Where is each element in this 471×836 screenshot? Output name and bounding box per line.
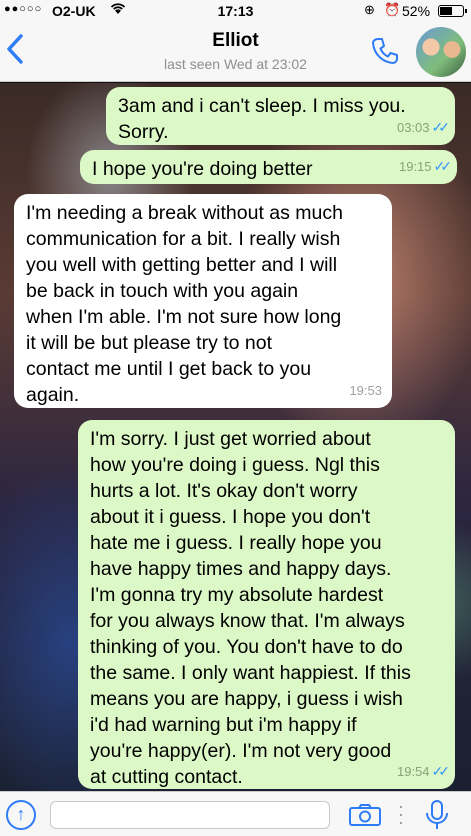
alarm-icon: ⏰ xyxy=(384,2,401,17)
message-meta: 19:15 ✓✓ xyxy=(398,153,453,180)
battery-percent: 52% xyxy=(402,3,431,19)
message-time: 19:54 xyxy=(396,764,430,779)
message-text: I hope you're doing better xyxy=(92,158,313,180)
double-check-icon: ✓✓ xyxy=(431,119,451,135)
camera-icon[interactable] xyxy=(349,804,381,826)
double-check-icon: ✓✓ xyxy=(431,763,451,779)
message-list: 3am and i can't sleep. I miss you. Sorry… xyxy=(0,83,471,791)
message-outgoing[interactable]: I'm sorry. I just get worried about how … xyxy=(78,420,455,789)
status-bar: ●●○○○ O2-UK 17:13 ⊕ ⏰ 52% xyxy=(0,0,471,22)
message-text: I'm needing a break without as much comm… xyxy=(26,202,343,406)
message-text: 3am and i can't sleep. I miss you. Sorry… xyxy=(118,95,406,143)
message-outgoing[interactable]: 3am and i can't sleep. I miss you. Sorry… xyxy=(106,87,455,145)
message-outgoing[interactable]: I hope you're doing better 19:15 ✓✓ xyxy=(80,150,457,184)
message-composer: ↑ · · · xyxy=(0,791,471,836)
message-time: 19:15 xyxy=(398,159,432,174)
message-text: I'm sorry. I just get worried about how … xyxy=(90,428,411,788)
microphone-icon[interactable] xyxy=(424,800,450,830)
message-input[interactable] xyxy=(50,801,330,829)
message-time: 03:03 xyxy=(396,120,430,135)
contact-name[interactable]: Elliot xyxy=(0,30,471,52)
last-seen-status: last seen Wed at 23:02 xyxy=(164,56,307,72)
rotation-lock-icon: ⊕ xyxy=(364,2,375,17)
chat-header: Elliot last seen Wed at 23:02 xyxy=(0,22,471,82)
message-incoming[interactable]: I'm needing a break without as much comm… xyxy=(14,194,392,408)
message-meta: 03:03 ✓✓ xyxy=(396,114,451,141)
more-icon[interactable]: · · · xyxy=(398,797,404,831)
message-meta: 19:53 xyxy=(349,378,382,404)
battery-icon xyxy=(438,5,467,17)
message-meta: 19:54 ✓✓ xyxy=(396,758,451,785)
clock: 17:13 xyxy=(217,3,254,19)
upload-icon[interactable]: ↑ xyxy=(6,800,36,830)
message-time: 19:53 xyxy=(349,383,382,398)
contact-avatar[interactable] xyxy=(416,27,466,77)
double-check-icon: ✓✓ xyxy=(433,158,453,174)
phone-icon[interactable] xyxy=(370,36,400,66)
battery-fill xyxy=(440,7,453,15)
